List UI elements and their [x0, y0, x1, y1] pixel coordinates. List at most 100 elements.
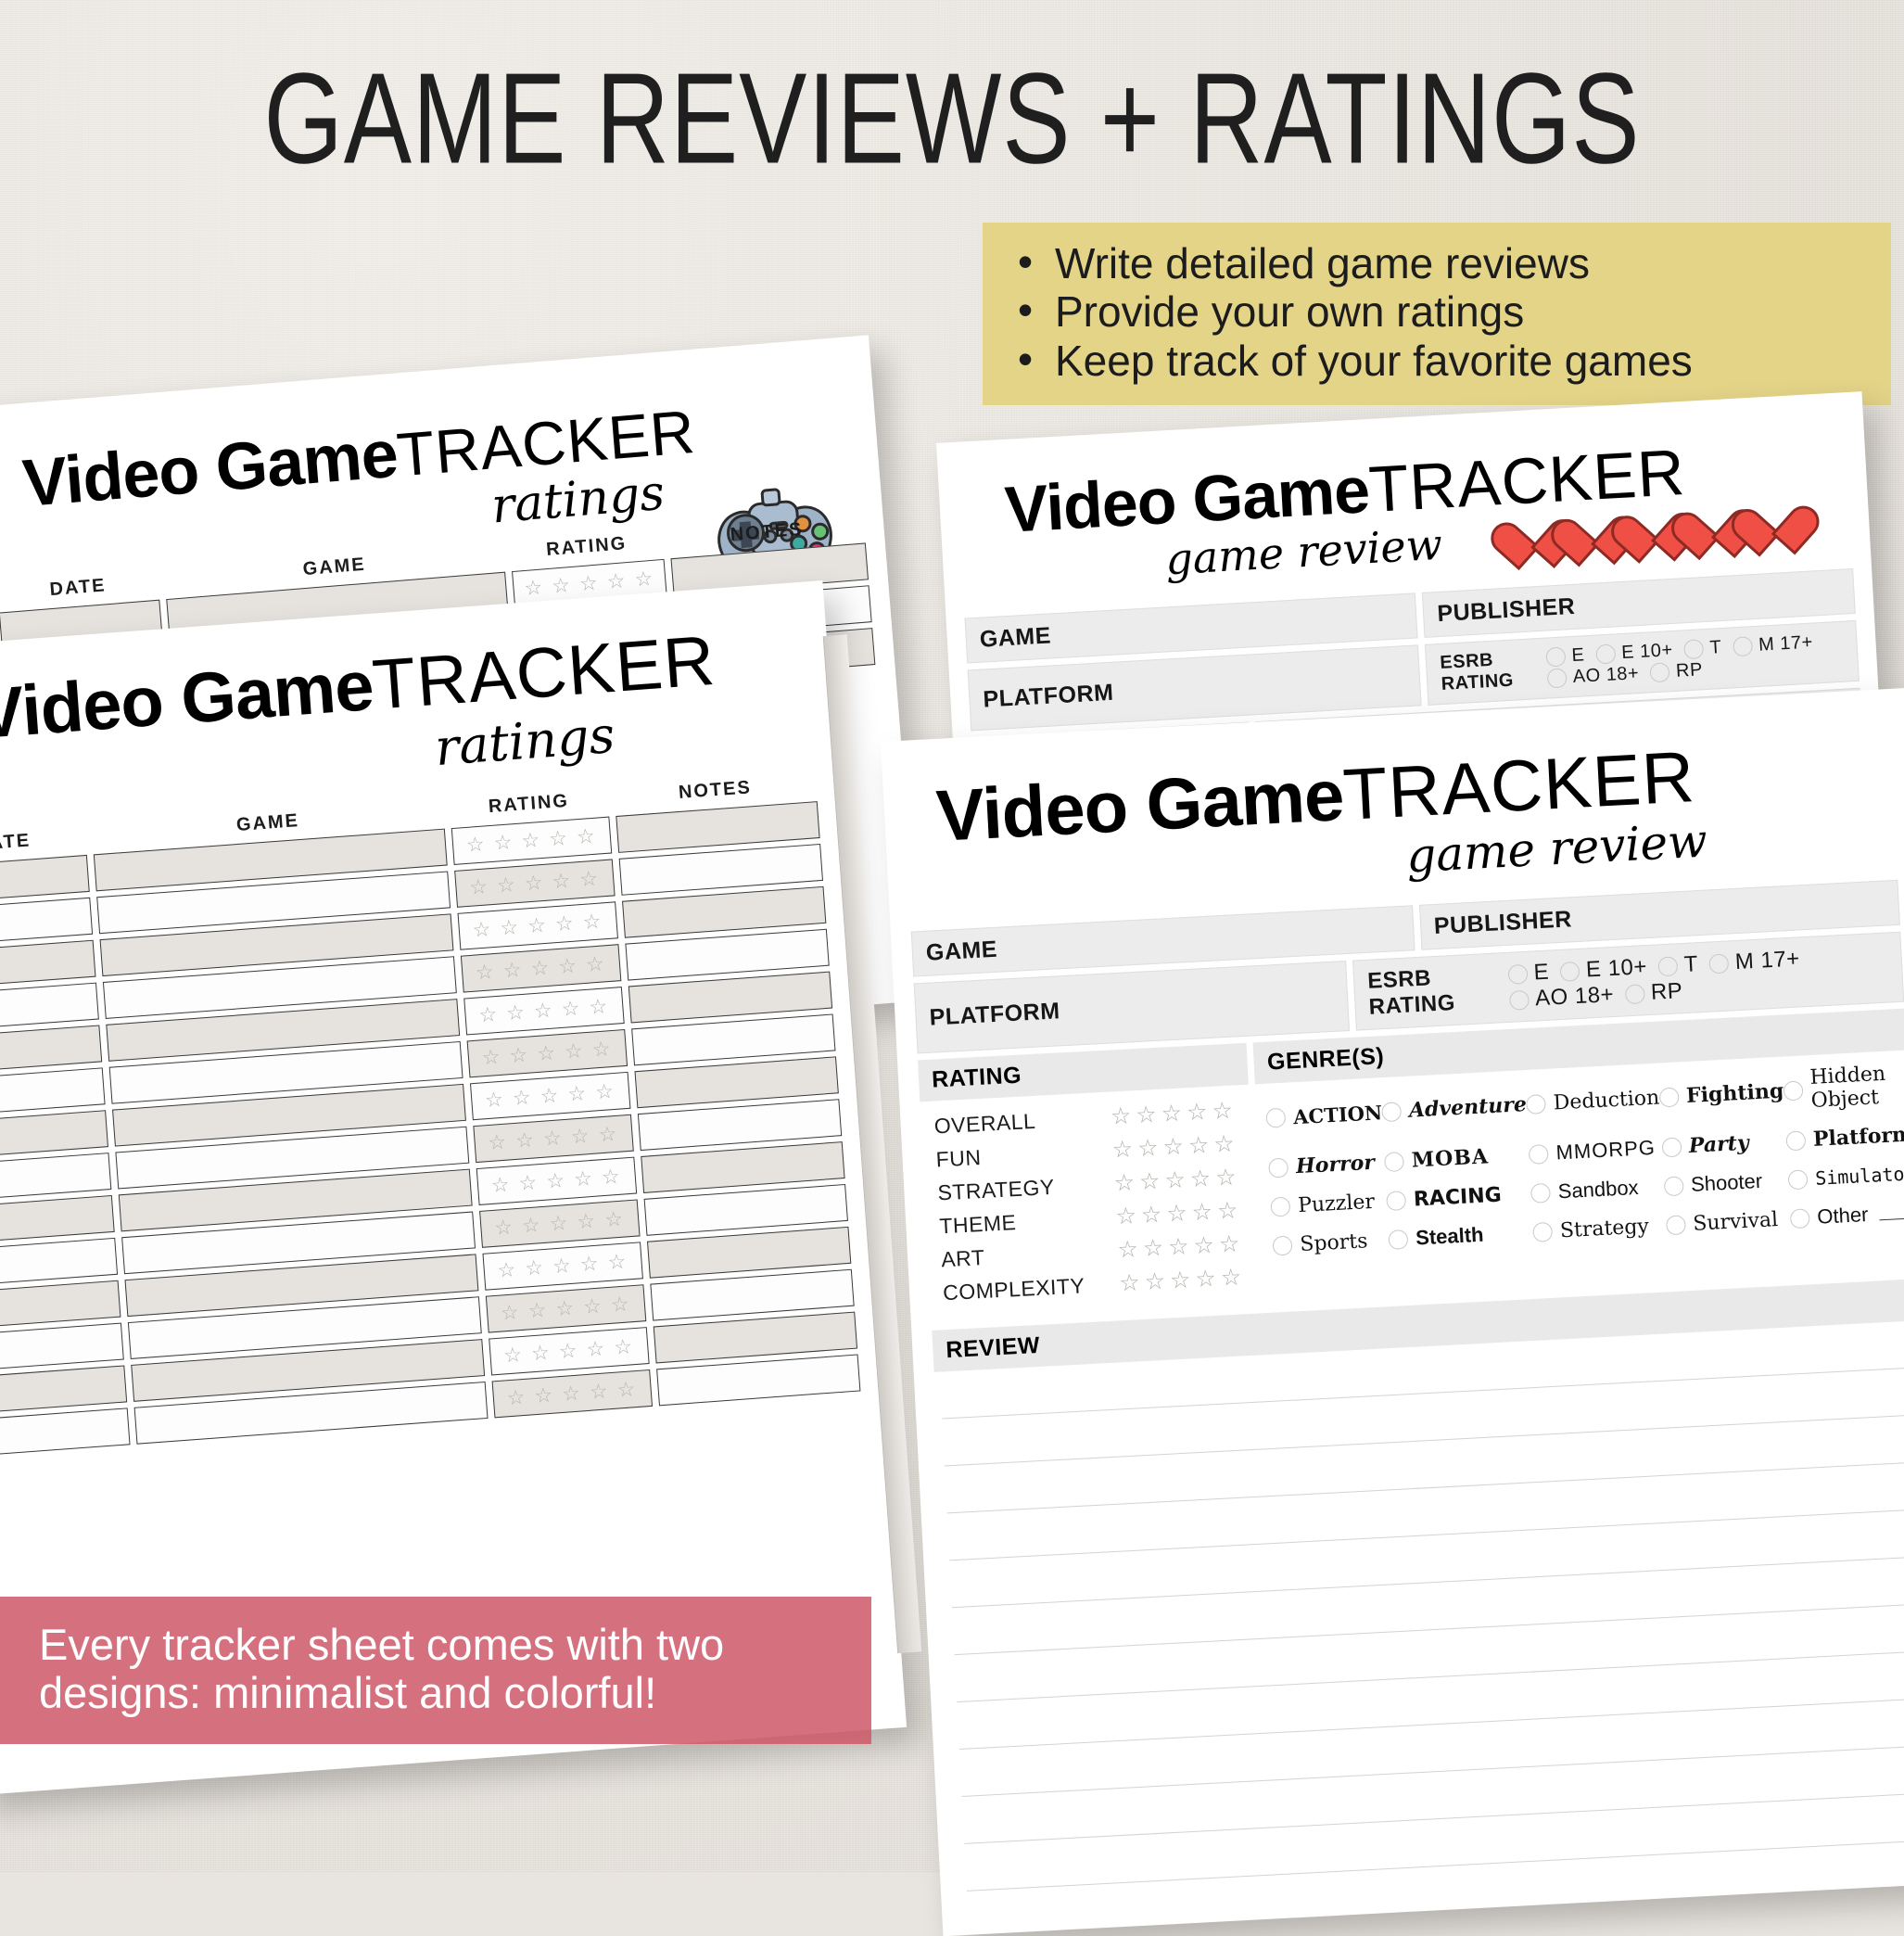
radio-icon[interactable] — [1732, 636, 1753, 657]
cell-date[interactable] — [0, 939, 96, 989]
radio-icon[interactable] — [1657, 956, 1679, 977]
star-row[interactable]: ☆ ☆ ☆ ☆ ☆ — [465, 823, 598, 856]
cell-date[interactable] — [0, 1280, 121, 1330]
cell-rating[interactable]: ☆ ☆ ☆ ☆ ☆ — [460, 944, 622, 993]
field-platform[interactable]: PLATFORM — [913, 961, 1351, 1054]
radio-icon[interactable] — [1384, 1151, 1405, 1172]
star-row[interactable]: ☆ ☆ ☆ ☆ ☆ — [497, 1249, 629, 1281]
esrb-option-m-17-[interactable]: M 17+ — [1721, 632, 1813, 657]
esrb-option-e-10-[interactable]: E 10+ — [1548, 954, 1648, 985]
genre-option-survival[interactable]: Survival — [1665, 1206, 1791, 1237]
other-genre-write-line[interactable] — [1878, 1204, 1904, 1221]
cell-rating[interactable]: ☆ ☆ ☆ ☆ ☆ — [451, 816, 612, 865]
radio-icon[interactable] — [1708, 953, 1730, 974]
esrb-option-rp[interactable]: RP — [1639, 659, 1703, 683]
esrb-options[interactable]: E E 10+ T M 17+ AO 18+ RP — [1496, 941, 1890, 1013]
star-row[interactable]: ☆ ☆ ☆ ☆ ☆ — [484, 1078, 616, 1111]
genre-option-puzzler[interactable]: Puzzler — [1270, 1189, 1388, 1219]
genre-option-party[interactable]: Party — [1661, 1128, 1786, 1159]
cell-date[interactable] — [0, 1194, 116, 1245]
genre-option-hidden-object[interactable]: Hidden Object — [1783, 1060, 1904, 1114]
radio-icon[interactable] — [1624, 984, 1645, 1005]
radio-icon[interactable] — [1508, 989, 1530, 1012]
cell-rating[interactable]: ☆ ☆ ☆ ☆ ☆ — [454, 859, 616, 908]
esrb-option-e[interactable]: E — [1534, 644, 1585, 668]
radio-icon[interactable] — [1381, 1101, 1403, 1122]
genre-option-mmorpg[interactable]: MMORPG — [1529, 1135, 1663, 1165]
cell-date[interactable] — [0, 1110, 109, 1160]
cell-rating[interactable]: ☆ ☆ ☆ ☆ ☆ — [469, 1071, 631, 1121]
star-row[interactable]: ☆ ☆ ☆ ☆ ☆ — [472, 909, 604, 941]
star-row[interactable]: ☆☆☆☆☆ — [1115, 1196, 1243, 1230]
cell-date[interactable] — [0, 1322, 125, 1372]
cell-rating[interactable]: ☆ ☆ ☆ ☆ ☆ — [478, 1199, 641, 1248]
radio-icon[interactable] — [1526, 1093, 1547, 1114]
genre-option-horror[interactable]: Horror — [1268, 1150, 1385, 1180]
genre-option-action[interactable]: ACTION — [1265, 1089, 1383, 1140]
star-row[interactable]: ☆☆☆☆☆ — [1113, 1163, 1241, 1197]
radio-icon[interactable] — [1665, 1214, 1686, 1235]
esrb-option-m-17-[interactable]: M 17+ — [1697, 946, 1800, 976]
star-row[interactable]: ☆ ☆ ☆ ☆ ☆ — [506, 1377, 639, 1409]
radio-icon[interactable] — [1388, 1229, 1409, 1250]
genre-option-shooter[interactable]: Shooter — [1663, 1167, 1788, 1198]
star-row[interactable]: ☆ ☆ ☆ ☆ ☆ — [475, 951, 607, 984]
radio-icon[interactable] — [1785, 1129, 1807, 1151]
star-row[interactable]: ☆ ☆ ☆ ☆ ☆ — [477, 994, 610, 1026]
cell-date[interactable] — [0, 1407, 131, 1458]
radio-icon[interactable] — [1272, 1234, 1294, 1256]
star-row[interactable]: ☆ ☆ ☆ ☆ ☆ — [500, 1292, 632, 1324]
genre-option-platformer[interactable]: Platformer — [1785, 1121, 1904, 1153]
genre-option-moba[interactable]: MOBA — [1384, 1142, 1530, 1174]
cell-notes[interactable] — [655, 1354, 861, 1407]
genre-option-simulator[interactable]: Simulator — [1787, 1160, 1904, 1191]
esrb-option-e[interactable]: E — [1496, 960, 1550, 987]
cell-rating[interactable]: ☆ ☆ ☆ ☆ ☆ — [485, 1284, 647, 1333]
star-row[interactable]: ☆ ☆ ☆ ☆ ☆ — [488, 1121, 620, 1153]
radio-icon[interactable] — [1559, 962, 1580, 983]
esrb-option-rp[interactable]: RP — [1613, 978, 1683, 1007]
radio-icon[interactable] — [1530, 1182, 1552, 1204]
radio-icon[interactable] — [1594, 643, 1616, 665]
genre-option-other[interactable]: Other — [1789, 1199, 1904, 1230]
cell-rating[interactable]: ☆ ☆ ☆ ☆ ☆ — [463, 987, 625, 1036]
star-row[interactable]: ☆☆☆☆☆ — [1110, 1096, 1238, 1130]
cell-rating[interactable]: ☆ ☆ ☆ ☆ ☆ — [482, 1242, 643, 1291]
star-row[interactable]: ☆☆☆☆☆ — [1119, 1263, 1247, 1297]
genre-option-fighting[interactable]: Fighting — [1658, 1068, 1785, 1121]
cell-rating[interactable]: ☆ ☆ ☆ ☆ ☆ — [489, 1327, 650, 1376]
cell-rating[interactable]: ☆ ☆ ☆ ☆ ☆ — [491, 1369, 653, 1419]
cell-date[interactable] — [0, 854, 91, 905]
radio-icon[interactable] — [1507, 964, 1529, 986]
radio-icon[interactable] — [1265, 1107, 1287, 1128]
cell-rating[interactable]: ☆ ☆ ☆ ☆ ☆ — [466, 1028, 628, 1078]
genre-option-sports[interactable]: Sports — [1272, 1228, 1390, 1258]
esrb-options-small[interactable]: E E 10+ T M 17+ AO 18+ RP — [1534, 630, 1845, 691]
radio-icon[interactable] — [1789, 1207, 1810, 1229]
radio-icon[interactable] — [1532, 1221, 1554, 1242]
esrb-option-t[interactable]: T — [1646, 951, 1699, 979]
radio-icon[interactable] — [1545, 646, 1567, 668]
cell-date[interactable] — [0, 1365, 128, 1415]
genre-option-sandbox[interactable]: Sandbox — [1530, 1174, 1665, 1204]
genre-option-adventure[interactable]: Adventure — [1381, 1081, 1528, 1135]
radio-icon[interactable] — [1682, 639, 1705, 660]
radio-icon[interactable] — [1658, 1086, 1680, 1108]
cell-date[interactable] — [0, 1153, 112, 1203]
radio-icon[interactable] — [1529, 1143, 1550, 1165]
radio-icon[interactable] — [1787, 1168, 1809, 1190]
star-row[interactable]: ☆ ☆ ☆ ☆ ☆ — [490, 1164, 623, 1196]
cell-date[interactable] — [0, 1067, 106, 1117]
genre-option-racing[interactable]: RACING — [1386, 1181, 1531, 1213]
radio-icon[interactable] — [1663, 1175, 1684, 1196]
star-row[interactable]: ☆☆☆☆☆ — [1111, 1129, 1239, 1164]
radio-icon[interactable] — [1661, 1136, 1682, 1157]
cell-rating[interactable]: ☆ ☆ ☆ ☆ ☆ — [457, 901, 618, 950]
genre-option-strategy[interactable]: Strategy — [1532, 1213, 1667, 1243]
cell-date[interactable] — [0, 897, 94, 947]
genre-option-deduction[interactable]: Deduction — [1526, 1075, 1661, 1127]
radio-icon[interactable] — [1270, 1196, 1291, 1217]
star-row[interactable]: ☆ ☆ ☆ ☆ ☆ — [481, 1037, 614, 1069]
cell-date[interactable] — [0, 982, 100, 1032]
star-row[interactable]: ☆ ☆ ☆ ☆ ☆ — [468, 866, 601, 898]
